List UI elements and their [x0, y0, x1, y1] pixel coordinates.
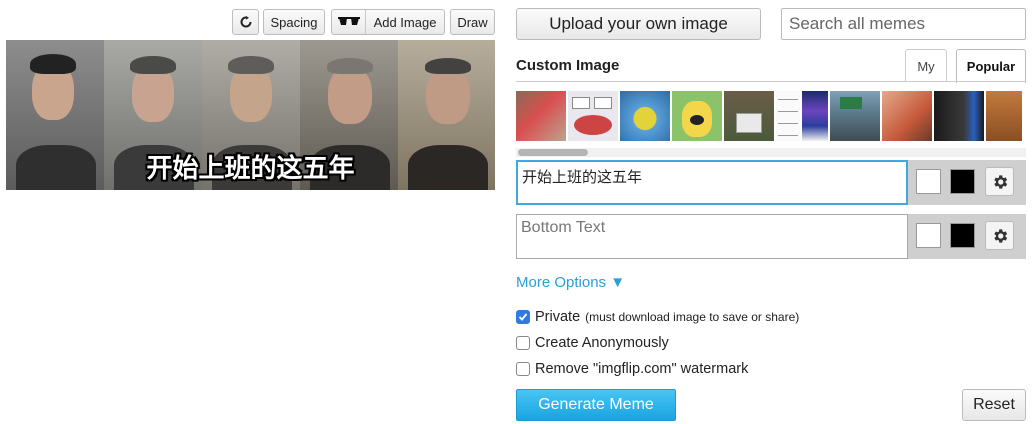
anonymous-checkbox[interactable]	[516, 336, 530, 350]
outline-color-swatch[interactable]	[950, 223, 975, 248]
rotate-button[interactable]	[232, 9, 259, 35]
outline-color-swatch[interactable]	[950, 169, 975, 194]
rotate-icon	[240, 16, 251, 28]
meme-caption[interactable]: 开始上班的这五年	[6, 148, 495, 185]
spacing-label: Spacing	[270, 14, 318, 30]
add-image-button[interactable]: Add Image	[331, 9, 445, 35]
tab-popular-label: Popular	[966, 59, 1016, 74]
upload-label: Upload your own image	[549, 14, 728, 33]
meme-canvas[interactable]: 开始上班的这五年	[6, 40, 495, 190]
private-note: (must download image to save or share)	[585, 310, 800, 324]
bottom-text-input[interactable]: Bottom Text	[516, 214, 908, 259]
thumbnail-8[interactable]	[830, 91, 880, 141]
watermark-checkbox[interactable]	[516, 362, 530, 376]
text-settings-button[interactable]	[985, 221, 1014, 250]
custom-image-title: Custom Image	[516, 57, 620, 74]
text-color-swatch[interactable]	[916, 223, 941, 248]
thumbnail-7[interactable]	[802, 91, 828, 141]
text-color-swatch[interactable]	[916, 169, 941, 194]
generate-meme-button[interactable]: Generate Meme	[516, 389, 676, 421]
gear-icon	[993, 228, 1007, 243]
anonymous-option[interactable]: Create Anonymously	[516, 335, 669, 351]
private-checkbox[interactable]	[516, 310, 530, 324]
reset-button[interactable]: Reset	[962, 389, 1026, 421]
tab-my-label: My	[917, 58, 935, 74]
check-icon	[518, 313, 528, 321]
thumbnail-3[interactable]	[620, 91, 670, 141]
watermark-option[interactable]: Remove "imgflip.com" watermark	[516, 361, 748, 377]
private-label: Private	[535, 309, 581, 325]
more-options-link[interactable]: More Options ▼	[516, 274, 625, 291]
bottom-text-row: Bottom Text	[516, 214, 1026, 259]
thumbnail-6[interactable]	[776, 91, 800, 141]
top-text-input[interactable]: 开始上班的这五年	[516, 160, 908, 205]
generate-label: Generate Meme	[538, 396, 654, 413]
scrollbar-thumb[interactable]	[518, 149, 588, 156]
anonymous-label: Create Anonymously	[535, 335, 669, 351]
draw-button[interactable]: Draw	[450, 9, 495, 35]
template-thumbnail-strip[interactable]	[516, 91, 1022, 141]
upload-image-button[interactable]: Upload your own image	[516, 8, 761, 40]
tab-my[interactable]: My	[905, 49, 947, 82]
thumbnail-11[interactable]	[986, 91, 1022, 141]
search-memes-input[interactable]	[781, 8, 1026, 40]
gear-icon	[993, 174, 1007, 189]
thumbnail-scrollbar[interactable]	[516, 148, 1026, 157]
draw-label: Draw	[457, 14, 488, 30]
thumbnail-9[interactable]	[882, 91, 932, 141]
sunglasses-icon	[332, 10, 366, 34]
reset-label: Reset	[973, 396, 1015, 413]
text-settings-button[interactable]	[985, 167, 1014, 196]
thumbnail-4[interactable]	[672, 91, 722, 141]
top-text-row: 开始上班的这五年	[516, 160, 1026, 205]
thumbnail-10[interactable]	[934, 91, 984, 141]
thumbnail-5[interactable]	[724, 91, 774, 141]
divider	[516, 81, 1026, 82]
add-image-label: Add Image	[373, 14, 437, 30]
tab-popular[interactable]: Popular	[956, 49, 1026, 83]
thumbnail-1[interactable]	[516, 91, 566, 141]
private-option[interactable]: Private (must download image to save or …	[516, 309, 799, 325]
watermark-label: Remove "imgflip.com" watermark	[535, 361, 749, 377]
spacing-button[interactable]: Spacing	[263, 9, 325, 35]
thumbnail-2[interactable]	[568, 91, 618, 141]
